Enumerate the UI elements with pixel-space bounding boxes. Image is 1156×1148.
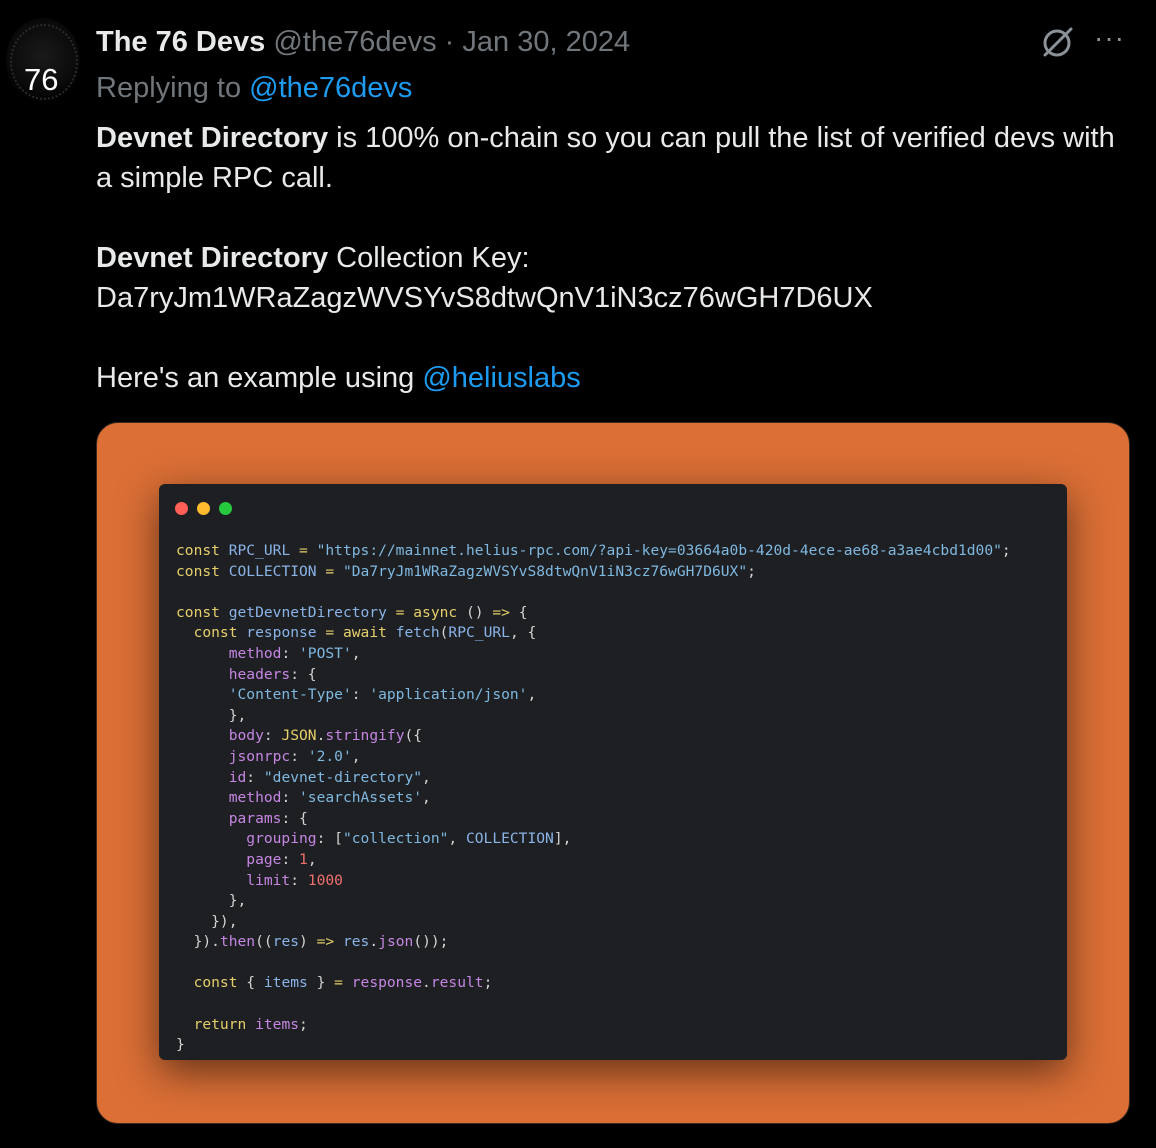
code-line: headers: { xyxy=(176,665,317,683)
paragraph-2-text: Collection Key: xyxy=(328,242,530,274)
code-line: const RPC_URL = "https://mainnet.helius-… xyxy=(176,542,1011,559)
code-line: }, xyxy=(176,706,247,724)
code-line: const COLLECTION = "Da7ryJm1WRaZagzWVSYv… xyxy=(176,562,756,580)
code-line: }), xyxy=(176,912,238,930)
tweet-body: Devnet Directory is 100% on-chain so you… xyxy=(96,118,1136,438)
window-controls xyxy=(175,502,241,520)
replying-to: Replying to @the76devs xyxy=(96,72,412,105)
handle[interactable]: @the76devs xyxy=(273,26,436,58)
code-line: method: 'POST', xyxy=(176,644,361,662)
code-line: id: "devnet-directory", xyxy=(176,768,431,786)
paragraph-1: Devnet Directory is 100% on-chain so you… xyxy=(96,118,1136,198)
code-line: 'Content-Type': 'application/json', xyxy=(176,686,537,704)
code-line: const getDevnetDirectory = async () => { xyxy=(176,603,528,621)
paragraph-2: Devnet Directory Collection Key: Da7ryJm1… xyxy=(96,238,1136,318)
avatar-text: 76 xyxy=(24,62,59,97)
media-image[interactable]: const RPC_URL = "https://mainnet.helius-… xyxy=(96,422,1130,1124)
code-line: return items; xyxy=(176,1015,308,1033)
replying-to-label: Replying to xyxy=(96,72,242,104)
code-line: const { items } = response.result; xyxy=(176,974,493,992)
code-line: }).then((res) => res.json()); xyxy=(176,933,449,951)
code-line: }, xyxy=(176,892,247,910)
code-line: jsonrpc: '2.0', xyxy=(176,747,361,765)
close-dot-icon xyxy=(175,502,188,515)
bold-devnet-directory: Devnet Directory xyxy=(96,122,329,154)
paragraph-3: Here's an example using @heliuslabs xyxy=(96,358,1136,398)
minimize-dot-icon xyxy=(197,502,210,515)
display-name[interactable]: The 76 Devs xyxy=(96,26,265,58)
maximize-dot-icon xyxy=(219,502,232,515)
code-line: const response = await fetch(RPC_URL, { xyxy=(176,624,537,642)
code-editor-window: const RPC_URL = "https://mainnet.helius-… xyxy=(159,484,1067,1060)
code-line: method: 'searchAssets', xyxy=(176,789,431,807)
code-line: params: { xyxy=(176,809,308,827)
code-line: page: 1, xyxy=(176,850,317,868)
collection-key: Da7ryJm1WRaZagzWVSYvS8dtwQnV1iN3cz76wGH7… xyxy=(96,282,873,314)
code-line: } xyxy=(176,1036,185,1054)
separator: · xyxy=(444,26,455,58)
replying-to-handle[interactable]: @the76devs xyxy=(249,72,412,104)
tweet-header: The 76 Devs @the76devs · Jan 30, 2024 xyxy=(96,26,630,59)
avatar[interactable]: 76 xyxy=(6,18,80,102)
mention-heliuslabs[interactable]: @heliuslabs xyxy=(422,362,580,394)
tweet-date[interactable]: Jan 30, 2024 xyxy=(462,26,630,58)
paragraph-3-text: Here's an example using xyxy=(96,362,423,394)
more-options-icon[interactable]: ··· xyxy=(1094,22,1125,54)
code-block: const RPC_URL = "https://mainnet.helius-… xyxy=(176,541,1011,1056)
code-line: grouping: ["collection", COLLECTION], xyxy=(176,830,572,848)
bold-devnet-directory: Devnet Directory xyxy=(96,242,329,274)
code-line: limit: 1000 xyxy=(176,871,343,889)
grok-icon[interactable] xyxy=(1040,24,1076,60)
code-line: body: JSON.stringify({ xyxy=(176,727,423,745)
